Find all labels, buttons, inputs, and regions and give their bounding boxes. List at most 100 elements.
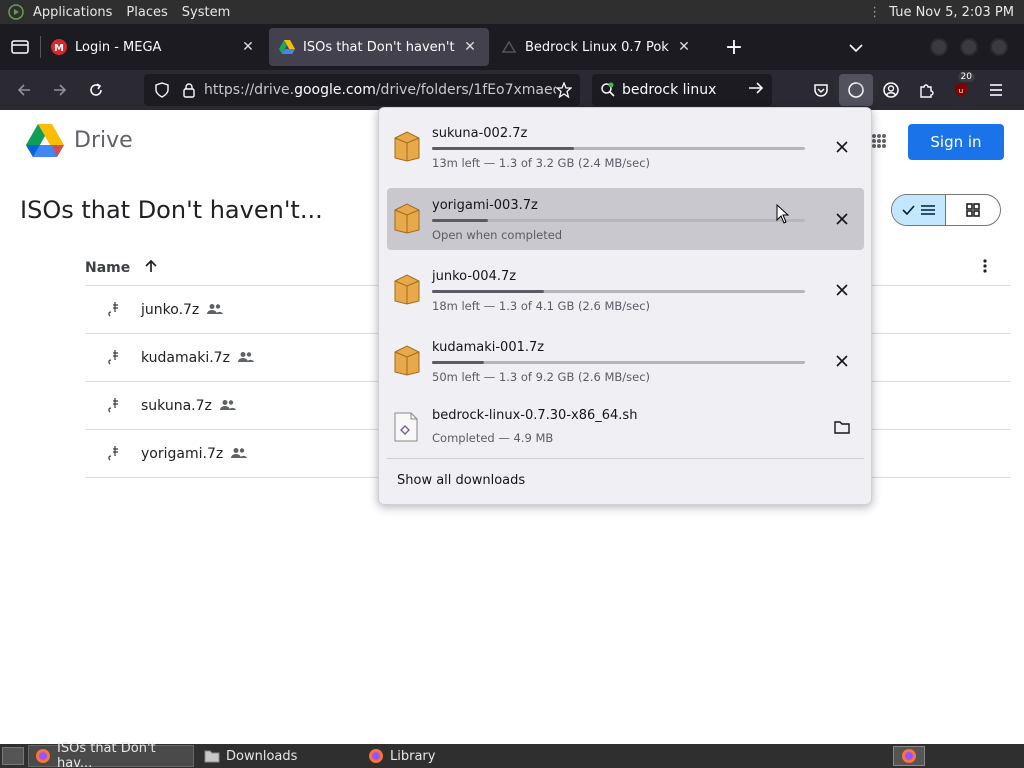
workspace-switcher[interactable]	[893, 746, 925, 766]
shared-icon	[237, 348, 254, 367]
firefox-view-button[interactable]	[0, 24, 40, 70]
more-options-icon[interactable]	[983, 258, 987, 277]
download-name: bedrock-linux-0.7.30-x86_64.sh	[432, 408, 638, 423]
download-status: 50m left — 1.3 of 9.2 GB (2.6 MB/sec)	[432, 370, 651, 384]
show-all-downloads-label: Show all downloads	[397, 473, 526, 488]
list-view-button[interactable]	[892, 195, 947, 225]
file-name: sukuna.7z	[141, 397, 212, 414]
search-bar[interactable]: bedrock linux	[592, 74, 772, 106]
cancel-download-icon[interactable]	[833, 281, 851, 299]
bedrock-icon	[501, 39, 517, 55]
clock[interactable]: ⋮ Tue Nov 5, 2:03 PM	[868, 5, 1024, 20]
tab-mega[interactable]: M Login - MEGA ✕	[41, 28, 267, 66]
cancel-download-icon[interactable]	[833, 352, 851, 370]
download-item[interactable]: junko-004.7z 18m left — 1.3 of 4.1 GB (2…	[387, 259, 864, 321]
toolbar-right: u 20	[804, 72, 1013, 106]
tab-drive-folder[interactable]: ISOs that Don't haven't been ✕	[269, 28, 489, 66]
download-progress-fill	[432, 361, 485, 364]
view-toggle	[891, 194, 1001, 226]
file-name: kudamaki.7z	[141, 349, 230, 366]
archive-package-icon	[393, 130, 421, 166]
close-window-button[interactable]	[990, 38, 1008, 56]
download-name: sukuna-002.7z	[432, 126, 528, 141]
download-item[interactable]: sukuna-002.7z 13m left — 1.3 of 3.2 GB (…	[387, 116, 864, 178]
search-engine-icon[interactable]	[600, 82, 616, 98]
close-tab-icon[interactable]: ✕	[461, 38, 479, 56]
applications-menu[interactable]: Applications	[26, 5, 119, 20]
script-file-icon	[393, 412, 419, 446]
firefox-icon	[368, 748, 384, 764]
task-library[interactable]: Library	[362, 745, 522, 767]
account-icon[interactable]	[874, 74, 908, 106]
task-label: Downloads	[226, 748, 298, 764]
download-progress-bar	[432, 219, 805, 222]
url-text[interactable]: https://drive.google.com/drive/folders/1…	[204, 82, 556, 98]
show-in-folder-icon[interactable]	[833, 418, 851, 436]
download-progress-bar	[432, 147, 805, 150]
svg-text:u: u	[959, 87, 963, 95]
system-logo-icon[interactable]	[6, 2, 26, 22]
ublock-origin-icon[interactable]: u 20	[944, 72, 978, 106]
download-progress-bar	[432, 290, 805, 293]
archive-file-icon	[103, 349, 123, 366]
tab-title: Login - MEGA	[75, 39, 162, 55]
new-tab-button[interactable]: +	[719, 32, 749, 62]
download-item[interactable]: kudamaki-001.7z 50m left — 1.3 of 9.2 GB…	[387, 330, 864, 392]
download-status: Completed — 4.9 MB	[432, 431, 554, 445]
close-tab-icon[interactable]: ✕	[239, 38, 257, 56]
system-menu[interactable]: System	[175, 5, 237, 20]
show-all-downloads-button[interactable]: Show all downloads	[397, 473, 525, 488]
close-tab-icon[interactable]: ✕	[675, 38, 693, 56]
download-status: 18m left — 1.3 of 4.1 GB (2.6 MB/sec)	[432, 299, 651, 313]
reload-button[interactable]	[78, 74, 114, 106]
list-all-tabs-icon[interactable]	[849, 38, 863, 57]
task-downloads-folder[interactable]: Downloads	[198, 745, 358, 767]
taskbar: ISOs that Don't hav... Downloads Library	[0, 741, 1024, 768]
cancel-download-icon[interactable]	[833, 138, 851, 156]
download-item[interactable]: yorigami-003.7z Open when completed	[387, 188, 864, 250]
app-menu-icon[interactable]	[979, 74, 1013, 106]
downloads-panel: sukuna-002.7z 13m left — 1.3 of 3.2 GB (…	[378, 107, 872, 505]
window-controls	[930, 38, 1024, 56]
tracking-protection-shield-icon[interactable]	[154, 82, 170, 98]
drive-logo[interactable]: Drive	[26, 124, 133, 157]
task-firefox-drive[interactable]: ISOs that Don't hav...	[28, 741, 194, 768]
google-apps-icon[interactable]	[872, 134, 886, 148]
url-path: /drive/folders/1fEo7xmaeca1S	[375, 82, 556, 98]
show-desktop-button[interactable]	[2, 747, 24, 765]
drive-brand-text: Drive	[74, 128, 133, 153]
download-progress-bar	[432, 361, 805, 364]
lock-icon[interactable]	[182, 82, 196, 98]
back-button[interactable]	[6, 74, 42, 106]
maximize-button[interactable]	[960, 38, 978, 56]
download-name: kudamaki-001.7z	[432, 340, 545, 355]
search-input[interactable]: bedrock linux	[622, 82, 716, 98]
download-item[interactable]: bedrock-linux-0.7.30-x86_64.sh Completed…	[387, 398, 864, 460]
bookmark-star-icon[interactable]	[556, 82, 572, 98]
archive-file-icon	[103, 301, 123, 318]
sort-ascending-icon[interactable]	[144, 258, 158, 277]
downloads-button[interactable]	[839, 74, 873, 106]
grid-view-button[interactable]	[946, 195, 1000, 225]
tab-bedrock[interactable]: Bedrock Linux 0.7 Poki Insta ✕	[491, 28, 703, 66]
firefox-icon	[35, 748, 51, 764]
top-panel: Applications Places System ⋮ Tue Nov 5, 2…	[0, 0, 1024, 24]
extensions-icon[interactable]	[909, 74, 943, 106]
folder-icon	[204, 749, 220, 763]
folder-title[interactable]: ISOs that Don't haven't...	[20, 196, 323, 224]
task-label: Library	[390, 748, 436, 764]
forward-button[interactable]	[42, 74, 78, 106]
download-status: 13m left — 1.3 of 3.2 GB (2.4 MB/sec)	[432, 156, 651, 170]
name-column-header[interactable]: Name	[85, 260, 130, 276]
svg-text:M: M	[54, 43, 64, 54]
minimize-button[interactable]	[930, 38, 948, 56]
download-name: yorigami-003.7z	[432, 198, 538, 213]
search-go-icon[interactable]	[748, 81, 764, 99]
cancel-download-icon[interactable]	[833, 210, 851, 228]
mega-icon: M	[51, 39, 67, 55]
pocket-icon[interactable]	[804, 74, 838, 106]
sign-in-button[interactable]: Sign in	[908, 124, 1004, 160]
panel-divider	[387, 458, 864, 459]
places-menu[interactable]: Places	[119, 5, 174, 20]
url-bar[interactable]: https://drive.google.com/drive/folders/1…	[144, 74, 580, 106]
